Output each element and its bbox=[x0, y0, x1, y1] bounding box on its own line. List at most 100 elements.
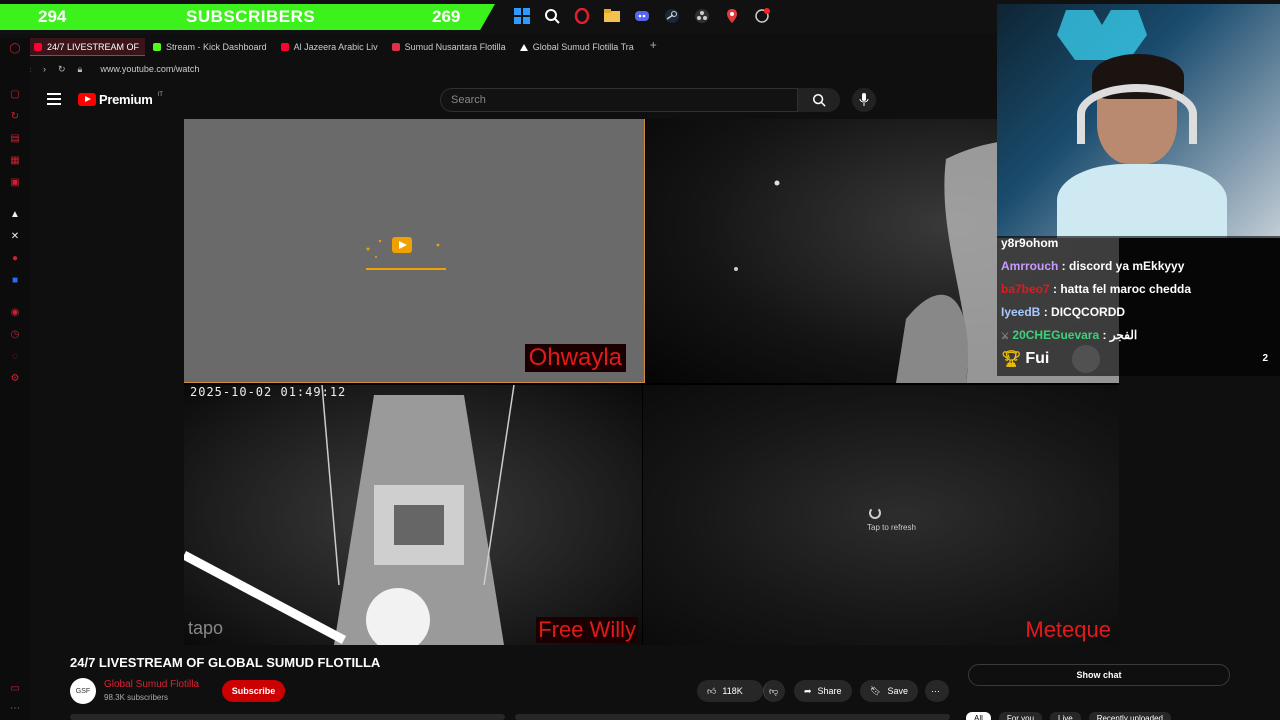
voice-search-button[interactable] bbox=[852, 88, 876, 112]
youtube-header: Premium IT Search bbox=[30, 84, 997, 116]
video-player[interactable]: Ohwayla 2025-10-02 01:49:12 tapo Free Wi… bbox=[184, 119, 1119, 645]
camera-timestamp: 2025-10-02 01:49:12 bbox=[190, 385, 347, 399]
thumbs-down-icon: 👎︎ bbox=[769, 685, 779, 696]
dislike-button[interactable]: 👎︎ bbox=[763, 680, 785, 702]
boat-deck-image bbox=[184, 385, 515, 645]
menu-icon[interactable] bbox=[47, 93, 61, 105]
subscribe-button[interactable]: Subscribe bbox=[222, 680, 285, 702]
shopping-icon[interactable]: ▤ bbox=[9, 132, 21, 144]
more-icon: ⋯ bbox=[931, 685, 940, 696]
subscriber-count-left: 294 bbox=[38, 7, 67, 26]
search-button[interactable] bbox=[798, 88, 840, 112]
search-icon bbox=[812, 93, 826, 107]
chat-line: IyeedB : DICQCORDD bbox=[1001, 305, 1125, 319]
headphones bbox=[1077, 84, 1197, 144]
messenger-icon[interactable]: ▣ bbox=[9, 176, 21, 188]
chat-overlay: y8r9ohom Amrrouch : discord ya mEkkyyy b… bbox=[997, 236, 1280, 376]
windows-start-icon[interactable] bbox=[512, 6, 532, 26]
chat-line: ⚔ 20CHEGuevara : الفجر bbox=[1001, 328, 1137, 342]
chat-user: Amrrouch bbox=[1001, 259, 1059, 273]
chip-recently-uploaded[interactable]: Recently uploaded bbox=[1088, 712, 1171, 720]
triangle-icon bbox=[519, 43, 528, 51]
ai-icon[interactable]: ▢ bbox=[9, 88, 21, 100]
search-input[interactable]: Search bbox=[440, 88, 798, 112]
thumbs-up-icon: 👍︎ bbox=[707, 685, 717, 696]
tab-label: Sumud Nusantara Flotilla bbox=[404, 42, 506, 52]
maps-pin-icon[interactable] bbox=[722, 6, 742, 26]
reload-icon[interactable]: ↻ bbox=[58, 64, 66, 75]
chat-message: : discord ya mEkkyyy bbox=[1058, 259, 1185, 273]
screen: 294 SUBSCRIBERS 269 24/7 LIVESTREAM OF S… bbox=[0, 0, 1280, 720]
chat-line: y8r9ohom bbox=[1001, 236, 1058, 250]
channel-name[interactable]: Global Sumud Flotilla bbox=[104, 679, 199, 690]
more-icon[interactable]: ⋯ bbox=[9, 702, 21, 714]
discord-icon[interactable] bbox=[632, 6, 652, 26]
lock-icon: 🔒︎ bbox=[77, 63, 83, 74]
settings-icon[interactable]: ⚙ bbox=[9, 372, 21, 384]
chat-user: y8r9ohom bbox=[1001, 236, 1059, 250]
chat-icon[interactable]: ◌ bbox=[9, 350, 21, 362]
share-button[interactable]: ➦ Share bbox=[794, 680, 852, 702]
opera-icon[interactable] bbox=[572, 6, 592, 26]
player-icon[interactable]: ◉ bbox=[9, 306, 21, 318]
instagram-icon[interactable]: ● bbox=[9, 252, 21, 264]
youtube-icon bbox=[280, 43, 289, 51]
app-notification-icon[interactable] bbox=[752, 6, 772, 26]
show-chat-button[interactable]: Show chat bbox=[968, 664, 1230, 686]
subscriber-count: 98.3K subscribers bbox=[104, 693, 169, 702]
logo-text: Premium bbox=[99, 92, 153, 107]
youtube-logo[interactable]: Premium IT bbox=[78, 92, 163, 107]
browser-tab-2[interactable]: Stream - Kick Dashboard bbox=[147, 38, 273, 56]
share-icon: ➦ bbox=[804, 685, 812, 696]
chat-message: : hatta fel maroc chedda bbox=[1049, 282, 1192, 296]
aria-icon[interactable]: ▲ bbox=[9, 208, 21, 220]
history-icon[interactable]: ↻ bbox=[9, 110, 21, 122]
camera-label: Ohwayla bbox=[524, 344, 626, 372]
browser-tab-1[interactable]: 24/7 LIVESTREAM OF bbox=[28, 38, 146, 56]
camera-label: Free Willy bbox=[536, 617, 638, 643]
browser-tab-3[interactable]: Al Jazeera Arabic Liv bbox=[275, 38, 384, 56]
bitwarden-icon[interactable]: ■ bbox=[9, 274, 21, 286]
hexagon-lights bbox=[1057, 10, 1147, 60]
more-actions-button[interactable]: ⋯ bbox=[925, 680, 949, 702]
twitch-icon[interactable]: ▦ bbox=[9, 154, 21, 166]
chat-user: 20CHEGuevara bbox=[1012, 328, 1100, 342]
refresh-icon[interactable] bbox=[869, 507, 881, 519]
obs-icon[interactable] bbox=[692, 6, 712, 26]
chip-for-you[interactable]: For you bbox=[998, 712, 1043, 720]
steam-icon[interactable] bbox=[662, 6, 682, 26]
forward-icon[interactable]: › bbox=[43, 64, 46, 74]
chip-all[interactable]: All bbox=[966, 712, 991, 720]
chat-line: Amrrouch : discord ya mEkkyyy bbox=[1001, 259, 1184, 273]
folder-icon[interactable] bbox=[602, 6, 622, 26]
channel-avatar[interactable]: GSF bbox=[70, 678, 96, 704]
tab-label: Stream - Kick Dashboard bbox=[166, 42, 267, 52]
browser-tab-5[interactable]: Global Sumud Flotilla Tra bbox=[514, 38, 640, 56]
chat-message: : الفجر bbox=[1099, 328, 1138, 342]
opera-menu-icon[interactable]: ◯ bbox=[9, 42, 21, 54]
tab-label: Al Jazeera Arabic Liv bbox=[293, 42, 378, 52]
browser-tab-4[interactable]: Sumud Nusantara Flotilla bbox=[386, 38, 512, 56]
chip-live[interactable]: Live bbox=[1050, 712, 1081, 720]
gx-icon[interactable]: ▭ bbox=[9, 682, 21, 694]
microphone-icon bbox=[859, 93, 869, 106]
camera-feed-1: Ohwayla bbox=[184, 119, 645, 383]
share-label: Share bbox=[817, 686, 842, 696]
chat-user: IyeedB bbox=[1001, 305, 1041, 319]
search-icon[interactable] bbox=[542, 6, 562, 26]
x-icon[interactable]: ✕ bbox=[9, 230, 21, 242]
subscriber-count-right: 269 bbox=[432, 7, 461, 26]
camera-label: Meteque bbox=[1025, 617, 1111, 642]
tap-to-refresh-text[interactable]: Tap to refresh bbox=[867, 523, 916, 532]
video-title: 24/7 LIVESTREAM OF GLOBAL SUMUD FLOTILLA bbox=[70, 655, 381, 670]
save-button[interactable]: 🔖︎ Save bbox=[860, 680, 918, 702]
like-button[interactable]: 👍︎ 118K bbox=[697, 680, 763, 702]
kick-icon bbox=[153, 43, 162, 51]
webcam-person-body bbox=[1057, 164, 1227, 238]
description-edge-left bbox=[70, 714, 505, 720]
clock-icon[interactable]: ◷ bbox=[9, 328, 21, 340]
trophy-line: 🏆︎ Fui bbox=[1001, 349, 1049, 369]
url-text[interactable]: www.youtube.com/watch bbox=[100, 64, 199, 74]
new-tab-button[interactable]: + bbox=[642, 38, 665, 56]
camera-watermark: tapo bbox=[188, 618, 224, 638]
